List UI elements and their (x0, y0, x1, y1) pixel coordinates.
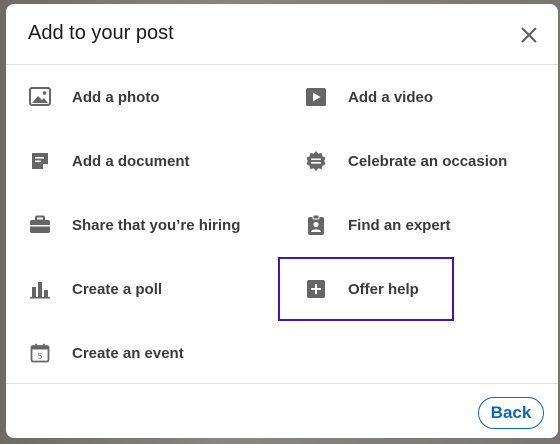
options-grid: Add a photo Add a document Share that yo… (6, 65, 558, 385)
badge-icon (304, 213, 328, 237)
option-add-document[interactable]: Add a document (6, 129, 256, 193)
document-icon (28, 149, 52, 173)
option-label: Add a video (348, 88, 434, 106)
plus-box-icon (304, 277, 328, 301)
option-create-poll[interactable]: Create a poll (6, 257, 256, 321)
option-add-photo[interactable]: Add a photo (6, 65, 256, 129)
option-label: Create a poll (72, 280, 163, 298)
video-icon (304, 85, 328, 109)
close-icon (521, 27, 537, 43)
dialog-title: Add to your post (28, 22, 174, 44)
option-label: Create an event (72, 344, 184, 362)
dialog-header: Add to your post (6, 4, 558, 65)
option-create-event[interactable]: 5 Create an event (6, 321, 256, 385)
add-to-post-dialog: Add to your post Add a photo Add a docum… (6, 4, 558, 438)
option-label: Add a document (72, 152, 190, 170)
image-icon (28, 85, 52, 109)
celebrate-icon (304, 149, 328, 173)
option-offer-help[interactable]: Offer help (278, 257, 454, 321)
option-add-video[interactable]: Add a video (282, 65, 532, 129)
bar-chart-icon (28, 277, 52, 301)
option-label: Share that you’re hiring (72, 216, 241, 234)
svg-text:5: 5 (37, 352, 42, 361)
calendar-icon: 5 (28, 341, 52, 365)
close-button[interactable] (514, 20, 544, 50)
option-label: Offer help (348, 280, 419, 298)
dialog-footer: Back (6, 383, 558, 438)
option-label: Find an expert (348, 216, 451, 234)
briefcase-icon (28, 213, 52, 237)
back-button[interactable]: Back (478, 397, 544, 429)
option-celebrate-occasion[interactable]: Celebrate an occasion (282, 129, 532, 193)
option-label: Celebrate an occasion (348, 152, 508, 170)
option-label: Add a photo (72, 88, 160, 106)
option-share-hiring[interactable]: Share that you’re hiring (6, 193, 256, 257)
option-find-expert[interactable]: Find an expert (282, 193, 532, 257)
